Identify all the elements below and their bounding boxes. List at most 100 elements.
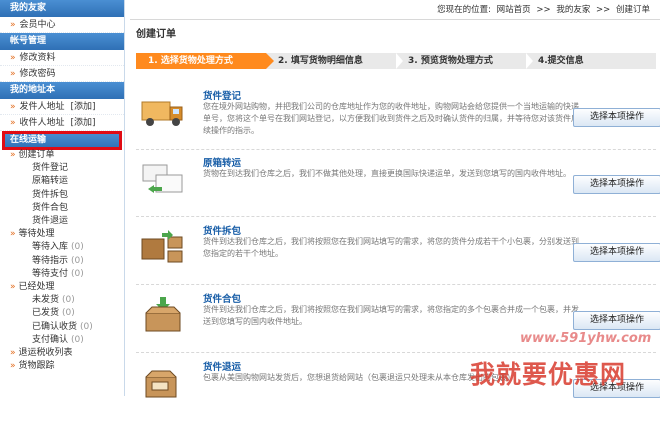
sidebar: 我的友家 » 会员中心 帐号管理 » 修改资料 » 修改密码 我的地址本 » 发件人地址… bbox=[0, 0, 125, 396]
sidebar-tree: » 创建订单 货件登记 原箱转运 货件拆包 货件合包 货件退运 » 等待处理 等待入… bbox=[0, 149, 124, 373]
option-title: 货件退运 bbox=[203, 362, 242, 373]
tree-create-order[interactable]: » 创建订单 bbox=[10, 149, 124, 162]
sidebar-heading-my-home: 我的友家 bbox=[0, 0, 124, 17]
option-description: 货物在到达我们仓库之后，我们不做其他处理，直接更换国际快递运单，发送到您填写的国… bbox=[203, 169, 571, 178]
sidebar-item-edit-profile[interactable]: » 修改资料 bbox=[0, 50, 124, 66]
count-badge: (0) bbox=[62, 308, 75, 319]
tree-processed[interactable]: » 已经处理 bbox=[10, 281, 124, 294]
tree-label: 支付确认 bbox=[32, 334, 69, 345]
watermark-url: www.591yhw.com bbox=[520, 331, 652, 346]
option-title: 原箱转运 bbox=[203, 158, 242, 169]
tree-label: 已经处理 bbox=[18, 282, 55, 293]
breadcrumb-mine-link[interactable]: 我的友家 bbox=[556, 5, 590, 15]
step-1: 1. 选择货物处理方式 bbox=[136, 53, 274, 69]
tree-item-await-stock[interactable]: 等待入库 (0) bbox=[10, 241, 124, 254]
tree-item-split[interactable]: 货件拆包 bbox=[10, 189, 124, 202]
tree-label: 等待支付 bbox=[32, 268, 69, 279]
tree-tracking[interactable]: » 货物跟踪 bbox=[10, 360, 124, 373]
sidebar-item-label: 发件人地址 bbox=[19, 102, 65, 112]
step-2: 2. 填写货物明细信息 bbox=[266, 53, 396, 69]
tree-label: 等待处理 bbox=[18, 229, 55, 240]
arrow-icon: » bbox=[10, 20, 16, 30]
tree-label: 货件合包 bbox=[32, 202, 69, 213]
step-3: 3. 预览货物处理方式 bbox=[396, 53, 526, 69]
sidebar-item-label: 会员中心 bbox=[19, 20, 56, 30]
sidebar-item-label: 修改密码 bbox=[19, 69, 56, 79]
breadcrumb-separator: >> bbox=[536, 5, 551, 15]
tree-label: 等待指示 bbox=[32, 255, 69, 266]
box-split-icon bbox=[141, 230, 183, 263]
breadcrumb-separator: >> bbox=[596, 5, 611, 15]
sidebar-heading-address: 我的地址本 bbox=[0, 82, 124, 99]
arrow-icon: » bbox=[10, 53, 16, 63]
tree-item-received[interactable]: 已确认收货 (0) bbox=[10, 321, 124, 334]
option-title: 货件拆包 bbox=[203, 226, 242, 237]
arrow-icon: » bbox=[10, 102, 16, 112]
arrow-icon: » bbox=[10, 348, 16, 359]
tree-item-register[interactable]: 货件登记 bbox=[10, 162, 124, 175]
watermark-text: 我就要优惠网 bbox=[470, 360, 627, 389]
tree-label: 已确认收货 bbox=[32, 321, 78, 332]
breadcrumb-prefix: 您现在的位置: bbox=[437, 5, 491, 15]
step-4: 4.提交信息 bbox=[526, 53, 656, 69]
envelope-transfer-icon bbox=[142, 164, 183, 193]
tree-item-merge[interactable]: 货件合包 bbox=[10, 202, 124, 215]
option-row-register: 货件登记 您在境外网站购物，并把我们公司的仓库地址作为您的收件地址，购物网站会给… bbox=[136, 84, 660, 150]
breadcrumb-current: 创建订单 bbox=[615, 5, 650, 15]
box-merge-icon bbox=[145, 297, 181, 332]
tree-label: 未发货 bbox=[32, 295, 60, 306]
sidebar-item-label: 收件人地址 bbox=[19, 118, 65, 128]
sidebar-item-change-password[interactable]: » 修改密码 bbox=[0, 66, 124, 82]
tree-label: 创建订单 bbox=[18, 150, 55, 160]
truck-icon bbox=[141, 101, 183, 126]
option-title: 货件登记 bbox=[203, 91, 242, 102]
option-title: 货件合包 bbox=[203, 294, 242, 305]
sidebar-item-receiver-address[interactable]: » 收件人地址 [添加] bbox=[0, 115, 124, 131]
tree-item-await-instruct[interactable]: 等待指示 (0) bbox=[10, 255, 124, 268]
select-merge-button[interactable]: 选择本项操作 bbox=[573, 311, 660, 330]
tree-label: 货件登记 bbox=[32, 163, 69, 174]
tree-label: 退运税收列表 bbox=[18, 348, 73, 359]
count-badge: (0) bbox=[71, 334, 84, 345]
sidebar-heading-account: 帐号管理 bbox=[0, 33, 124, 50]
tree-label: 货件退运 bbox=[32, 216, 69, 227]
breadcrumb-home-link[interactable]: 网站首页 bbox=[497, 5, 531, 15]
arrow-icon: » bbox=[10, 69, 16, 79]
arrow-icon: » bbox=[10, 118, 16, 128]
tree-item-shipped[interactable]: 已发货 (0) bbox=[10, 307, 124, 320]
tree-item-await-pay[interactable]: 等待支付 (0) bbox=[10, 268, 124, 281]
select-original-box-button[interactable]: 选择本项操作 bbox=[573, 175, 660, 194]
sidebar-item-label: 修改资料 bbox=[19, 53, 56, 63]
step-bar: 1. 选择货物处理方式 2. 填写货物明细信息 3. 预览货物处理方式 4.提交… bbox=[136, 53, 656, 69]
tree-item-return[interactable]: 货件退运 bbox=[10, 215, 124, 228]
option-description: 货件到达我们仓库之后，我们将按照您在我们网站填写的需求，将您的货件分成若干个小包… bbox=[203, 237, 579, 258]
count-badge: (0) bbox=[80, 321, 93, 332]
arrow-icon: » bbox=[10, 282, 16, 293]
tree-item-pay-confirm[interactable]: 支付确认 (0) bbox=[10, 334, 124, 347]
count-badge: (0) bbox=[71, 268, 84, 279]
select-register-button[interactable]: 选择本项操作 bbox=[573, 108, 660, 127]
tree-label: 原箱转运 bbox=[32, 176, 69, 187]
option-row-split: 货件拆包 货件到达我们仓库之后，我们将按照您在我们网站填写的需求，将您的货件分成… bbox=[136, 219, 660, 285]
arrow-icon: » bbox=[10, 229, 16, 240]
sidebar-item-sender-address[interactable]: » 发件人地址 [添加] bbox=[0, 99, 124, 115]
tree-label: 货件拆包 bbox=[32, 189, 69, 200]
count-badge: (0) bbox=[71, 242, 84, 253]
tree-label: 已发货 bbox=[32, 308, 60, 319]
option-row-original-box: 原箱转运 货物在到达我们仓库之后，我们不做其他处理，直接更换国际快递运单，发送到… bbox=[136, 151, 660, 217]
breadcrumb: 您现在的位置: 网站首页 >> 我的友家 >> 创建订单 bbox=[130, 0, 660, 20]
count-badge: (0) bbox=[62, 295, 75, 306]
count-badge: (0) bbox=[71, 255, 84, 266]
tree-pending[interactable]: » 等待处理 bbox=[10, 228, 124, 241]
tree-label: 等待入库 bbox=[32, 242, 69, 253]
add-receiver-link[interactable]: [添加] bbox=[71, 118, 96, 128]
tree-return-tax-list[interactable]: » 退运税收列表 bbox=[10, 347, 124, 360]
sidebar-item-member-center[interactable]: » 会员中心 bbox=[0, 17, 124, 33]
option-description: 您在境外网站购物，并把我们公司的仓库地址作为您的收件地址，购物网站会给您提供一个… bbox=[203, 102, 579, 135]
page-title: 创建订单 bbox=[136, 29, 176, 40]
select-split-button[interactable]: 选择本项操作 bbox=[573, 243, 660, 262]
add-sender-link[interactable]: [添加] bbox=[71, 102, 96, 112]
tree-item-not-shipped[interactable]: 未发货 (0) bbox=[10, 294, 124, 307]
tree-item-original-box[interactable]: 原箱转运 bbox=[10, 175, 124, 188]
arrow-icon: » bbox=[10, 150, 16, 160]
